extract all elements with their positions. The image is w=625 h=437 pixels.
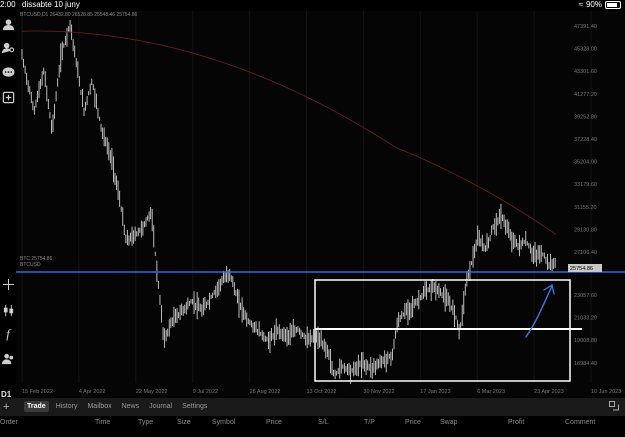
- column-header-comment[interactable]: Comment: [565, 419, 595, 426]
- date-tick-label: 23 Apr 2023: [534, 389, 564, 395]
- candles-icon[interactable]: [1, 303, 15, 317]
- status-bar: 2:00 dissabte 10 juny ≈ 90%: [0, 0, 625, 11]
- date-tick-label: 30 Nov 2022: [363, 389, 394, 395]
- date-tick-label: 10 Jun 2023: [591, 389, 621, 395]
- date-tick-label: 22 May 2022: [136, 389, 168, 395]
- date-tick-label: 6 Mar 2023: [477, 389, 505, 395]
- column-header-profit[interactable]: Profit: [508, 419, 524, 426]
- price-tick-label: 19008.80: [574, 338, 597, 344]
- date-tick-label: 15 Feb 2022: [22, 389, 53, 395]
- price-tick-label: 35204.00: [574, 160, 597, 166]
- price-tick-label: 45328.00: [574, 47, 597, 53]
- price-tick-label: 21033.20: [574, 316, 597, 322]
- users-icon[interactable]: [1, 351, 15, 365]
- column-header-size[interactable]: Size: [177, 419, 191, 426]
- battery-percent: 90%: [585, 0, 602, 9]
- date-tick-label: 26 Aug 2022: [250, 389, 281, 395]
- price-tick-label: 31155.20: [574, 205, 597, 211]
- add-icon[interactable]: +: [3, 401, 9, 413]
- resize-icon[interactable]: [609, 401, 619, 411]
- toolbox-tabs: Trade History Mailbox News Journal Settings: [24, 401, 210, 412]
- crosshair-icon[interactable]: [1, 277, 15, 291]
- search-user-icon[interactable]: [1, 40, 15, 54]
- price-tick-label: 23057.60: [574, 293, 597, 299]
- date-tick-label: 17 Jan 2023: [420, 389, 450, 395]
- level-info: BTC 25754.86 BTCUSD: [20, 256, 52, 268]
- user-icon[interactable]: [1, 17, 15, 31]
- column-header-price[interactable]: Price: [405, 419, 421, 426]
- tab-trade[interactable]: Trade: [24, 401, 49, 412]
- price-tick-label: 27106.40: [574, 250, 597, 256]
- date-tick-label: 4 Apr 2022: [79, 389, 106, 395]
- chat-icon[interactable]: [1, 65, 15, 79]
- price-tick-label: 41277.20: [574, 92, 597, 98]
- status-date: dissabte 10 juny: [22, 0, 80, 9]
- status-time: 2:00: [0, 0, 16, 9]
- column-header-sl[interactable]: S/L: [318, 419, 329, 426]
- symbol-info: BTCUSD,D1 26432.80 26528.85 25548.46 257…: [20, 12, 138, 18]
- price-tick-label: 16984.40: [574, 361, 597, 367]
- tab-mailbox[interactable]: Mailbox: [84, 401, 114, 412]
- column-header-order[interactable]: Order: [0, 419, 18, 426]
- chart-area[interactable]: 15 Feb 2022 4 Apr 2022 22 May 2022 9 Jul 20…: [16, 11, 625, 398]
- price-tick-label: 37228.40: [574, 137, 597, 143]
- column-header-time[interactable]: Time: [95, 419, 110, 426]
- tab-news[interactable]: News: [119, 401, 143, 412]
- tab-settings[interactable]: Settings: [179, 401, 210, 412]
- column-header-type[interactable]: Type: [138, 419, 153, 426]
- price-tick-label: 43301.60: [574, 69, 597, 75]
- add-chart-icon[interactable]: [1, 90, 15, 104]
- date-tick-label: 13 Oct 2022: [307, 389, 337, 395]
- price-tick-label: 47391.40: [574, 24, 597, 30]
- price-tick-label: 29130.80: [574, 227, 597, 233]
- date-tick-label: 9 Jul 2022: [193, 389, 218, 395]
- status-right: ≈ 90%: [579, 0, 621, 9]
- column-header-symbol[interactable]: Symbol: [212, 419, 235, 426]
- price-tick-label: 39252.80: [574, 114, 597, 120]
- column-header-tp[interactable]: T/P: [364, 419, 375, 426]
- current-price-label: 25754.86: [570, 266, 593, 272]
- function-icon[interactable]: f: [1, 326, 15, 341]
- price-chart[interactable]: 15 Feb 2022 4 Apr 2022 22 May 2022 9 Jul 20…: [16, 11, 625, 398]
- column-header-price[interactable]: Price: [266, 419, 282, 426]
- moving-average-line: [21, 30, 557, 235]
- left-toolbar: f D1: [0, 11, 16, 437]
- wifi-icon: ≈: [578, 0, 583, 9]
- tab-journal[interactable]: Journal: [146, 401, 175, 412]
- battery-icon: [605, 0, 621, 9]
- price-tick-label: 33179.60: [574, 182, 597, 188]
- column-header-swap[interactable]: Swap: [440, 419, 458, 426]
- tab-history[interactable]: History: [53, 401, 81, 412]
- level-label-2: BTCUSD: [20, 262, 41, 268]
